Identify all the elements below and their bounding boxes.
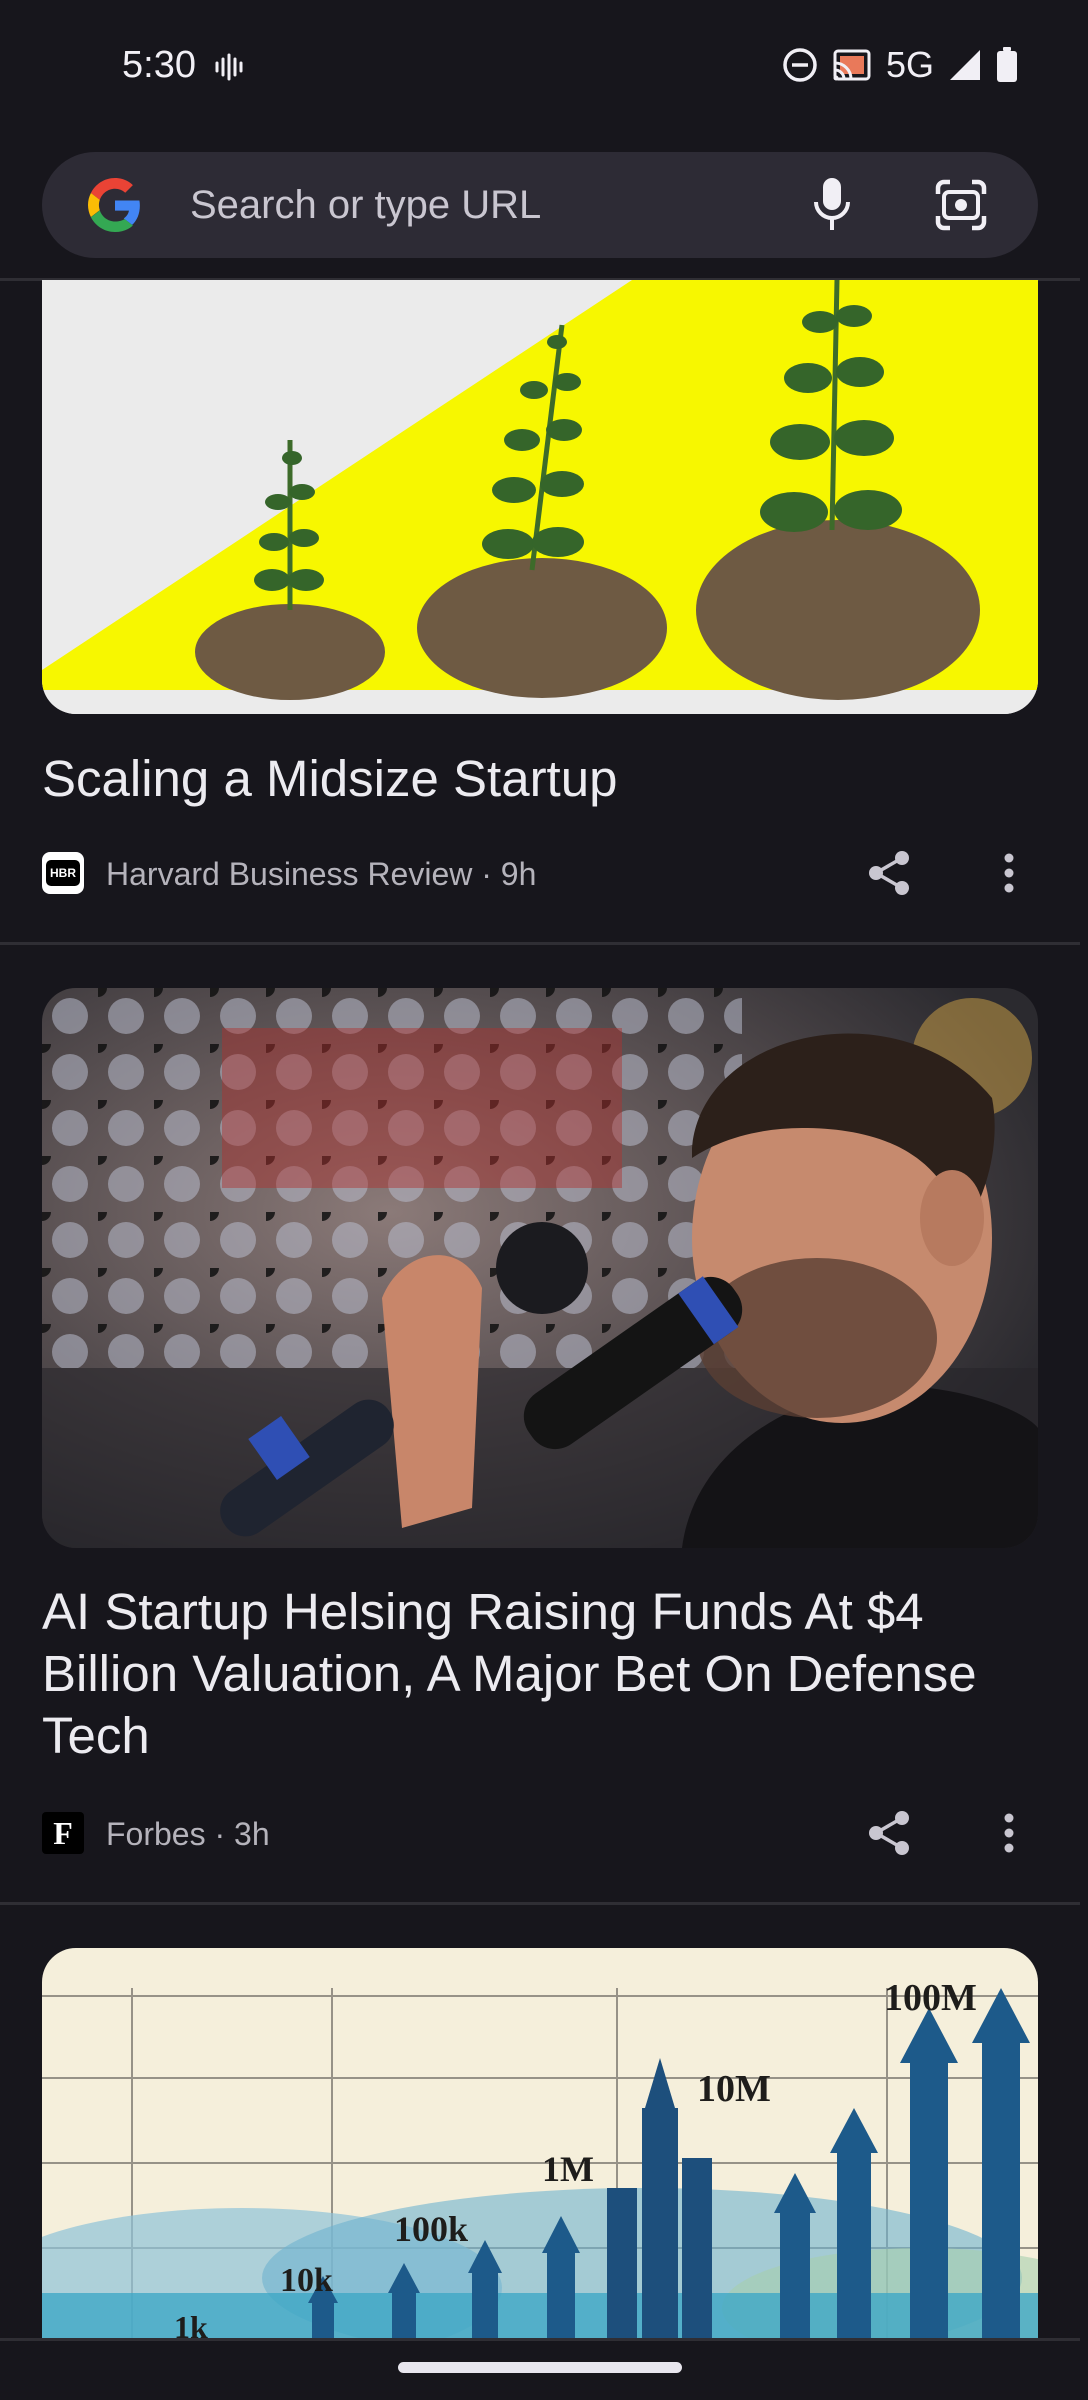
- mic-icon[interactable]: [812, 176, 852, 234]
- vibrate-icon: [215, 53, 243, 81]
- article-title[interactable]: AI Startup Helsing Raising Funds At $4 B…: [42, 1581, 1038, 1767]
- chart-label-1k: 1k: [174, 2309, 208, 2338]
- article-meta: F Forbes · 3h: [42, 1806, 1038, 1856]
- article-divider: [0, 1902, 1080, 1905]
- chart-label-10m: 10M: [697, 2068, 771, 2110]
- battery-icon: [997, 47, 1017, 82]
- article-source: Forbes · 3h: [106, 1816, 270, 1852]
- publisher-logo-text: HBR: [46, 860, 80, 886]
- status-time: 5:30: [122, 44, 196, 86]
- signal-icon: [950, 50, 980, 80]
- article-source: Harvard Business Review · 9h: [106, 856, 537, 892]
- publisher-logo: HBR: [42, 852, 84, 894]
- article-title[interactable]: Scaling a Midsize Startup: [42, 748, 1038, 810]
- speaker-photo: [42, 988, 1038, 1548]
- article-divider: [0, 942, 1080, 945]
- growth-chart-illustration: 1k 10k 100k 1M 10M 100M: [42, 1948, 1038, 2338]
- status-icons: 5G: [782, 44, 1018, 86]
- more-options-icon[interactable]: [982, 1806, 1036, 1860]
- article-image[interactable]: 1k 10k 100k 1M 10M 100M: [42, 1948, 1038, 2338]
- lens-icon[interactable]: [934, 178, 988, 232]
- article-meta: HBR Harvard Business Review · 9h: [42, 846, 1038, 896]
- publisher-logo: F: [42, 1812, 84, 1854]
- seedlings-illustration: [42, 280, 1038, 714]
- chart-label-100m: 100M: [884, 1977, 977, 2019]
- chart-label-100k: 100k: [394, 2209, 468, 2249]
- chart-label-1m: 1M: [542, 2149, 594, 2189]
- address-bar[interactable]: Search or type URL: [42, 152, 1038, 258]
- chart-label-10k: 10k: [280, 2262, 333, 2299]
- share-icon[interactable]: [862, 1806, 916, 1860]
- article-image[interactable]: [42, 280, 1038, 714]
- search-input[interactable]: Search or type URL: [190, 183, 541, 228]
- home-indicator[interactable]: [398, 2362, 682, 2373]
- cast-icon: [833, 49, 871, 81]
- network-label: 5G: [885, 44, 934, 85]
- more-options-icon[interactable]: [982, 846, 1036, 900]
- bottom-divider: [0, 2338, 1080, 2341]
- status-bar: 5:30 5G: [0, 0, 1088, 130]
- do-not-disturb-icon: [783, 48, 817, 82]
- share-icon[interactable]: [862, 846, 916, 900]
- google-logo: [88, 178, 140, 232]
- article-image[interactable]: [42, 988, 1038, 1548]
